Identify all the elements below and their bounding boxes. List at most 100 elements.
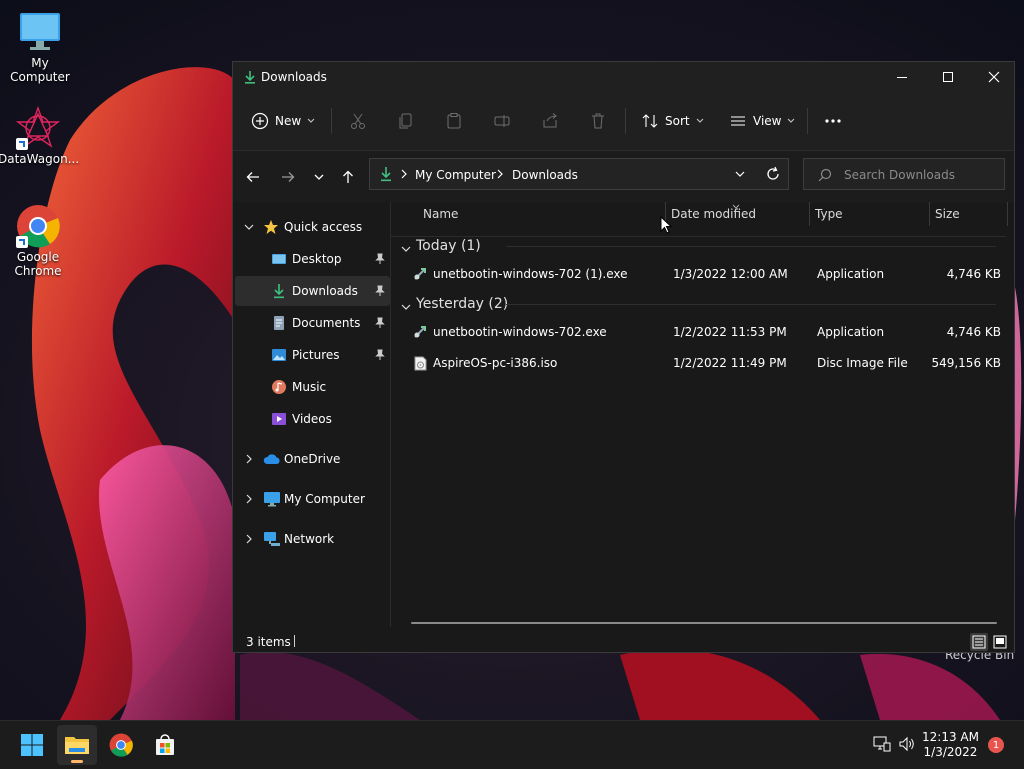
refresh-icon[interactable] [765,166,781,185]
search-placeholder: Search Downloads [844,168,955,182]
maximize-button[interactable] [925,62,971,92]
star-icon [263,219,279,238]
arrow-right-icon [282,172,295,182]
nav-onedrive[interactable]: OneDrive [235,444,390,474]
download-arrow-icon [379,166,393,185]
nav-quick-access[interactable]: Quick access [235,212,390,242]
chevron-right-icon [496,168,504,182]
system-clock[interactable]: 12:13 AM 1/3/2022 [922,730,979,760]
table-row[interactable]: unetbootin-windows-702 (1).exe 1/3/2022 … [401,263,1001,287]
column-headers: Name Date modified Type Size [391,202,1008,237]
network-status-icon[interactable] [873,736,891,755]
pin-icon[interactable] [374,285,386,300]
search-box[interactable]: Search Downloads [803,158,1005,190]
network-icon [263,531,281,550]
desktop-icon-datawagon[interactable]: DataWagon... [0,105,79,166]
nav-label: Videos [292,412,332,426]
start-button[interactable] [12,725,52,765]
group-header-today[interactable]: Today (1) [401,237,1001,259]
column-header-type[interactable]: Type [815,207,843,221]
paste-button[interactable] [445,106,463,136]
nav-music[interactable]: Music [235,372,390,402]
address-row: My Computer Downloads Search Downloads [233,151,1014,203]
address-bar[interactable]: My Computer Downloads [369,158,789,190]
view-lines-icon [731,116,745,126]
file-date: 1/3/2022 12:00 AM [673,267,788,281]
nav-documents[interactable]: Documents [235,308,390,338]
plus-circle-icon [251,112,269,130]
nav-my-computer[interactable]: My Computer [235,484,390,514]
new-button[interactable]: New [251,106,315,136]
desktop-icon-my-computer[interactable]: My Computer [0,10,80,84]
taskbar-file-explorer[interactable] [57,725,97,765]
column-header-date-modified[interactable]: Date modified [671,207,756,221]
desktop-icon-google-chrome[interactable]: Google Chrome [0,204,78,278]
column-separator[interactable] [809,202,810,226]
document-icon [271,315,287,334]
back-button[interactable] [241,165,265,189]
taskbar-chrome[interactable] [101,725,141,765]
file-explorer-window: Downloads New Sort View My Computer Down… [232,61,1015,653]
more-options-button[interactable] [823,106,843,136]
breadcrumb-downloads[interactable]: Downloads [512,168,578,182]
store-bag-icon [156,734,174,755]
minimize-button[interactable] [879,62,925,92]
chrome-icon [16,204,60,248]
group-label: Today (1) [416,238,481,254]
download-arrow-icon [271,283,287,302]
pin-icon[interactable] [374,317,386,332]
sort-button[interactable]: Sort [641,106,704,136]
taskbar-microsoft-store[interactable] [145,725,185,765]
pin-icon[interactable] [374,349,386,364]
column-separator[interactable] [1007,202,1008,226]
shortcut-arrow-icon [16,138,28,150]
nav-label: OneDrive [284,452,341,466]
nav-videos[interactable]: Videos [235,404,390,434]
chevron-down-icon [401,300,411,316]
up-button[interactable] [336,165,360,189]
copy-button[interactable] [397,106,415,136]
details-view-icon [972,635,986,649]
details-view-button[interactable] [970,633,988,651]
recent-locations-button[interactable] [307,165,331,189]
column-separator[interactable] [929,202,930,226]
mouse-cursor-icon [660,216,672,234]
forward-button[interactable] [276,165,300,189]
nav-downloads[interactable]: Downloads [235,276,390,306]
notification-badge[interactable]: 1 [988,737,1004,753]
disc-image-file-icon [414,356,427,374]
share-button[interactable] [541,106,559,136]
chevron-right-icon[interactable] [244,493,254,507]
address-dropdown-chevron-icon[interactable] [734,169,746,183]
chevron-right-icon[interactable] [244,533,254,547]
nav-label: Music [292,380,327,394]
view-button[interactable]: View [729,106,795,136]
table-row[interactable]: AspireOS-pc-i386.iso 1/2/2022 11:49 PM D… [401,352,1001,376]
group-header-yesterday[interactable]: Yesterday (2) [401,295,1001,317]
trash-icon [592,113,604,129]
chevron-right-icon[interactable] [244,453,254,467]
nav-desktop[interactable]: Desktop [235,244,390,274]
delete-button[interactable] [589,106,607,136]
table-row[interactable]: unetbootin-windows-702.exe 1/2/2022 11:5… [401,321,1001,345]
cut-button[interactable] [349,106,367,136]
horizontal-scrollbar[interactable] [411,622,997,624]
nav-pictures[interactable]: Pictures [235,340,390,370]
status-bar: 3 items [233,627,1014,652]
speaker-icon[interactable] [898,736,916,755]
column-header-name[interactable]: Name [423,207,458,221]
nav-network[interactable]: Network [235,524,390,554]
breadcrumb-my-computer[interactable]: My Computer [415,168,496,182]
pin-icon[interactable] [374,253,386,268]
title-bar[interactable]: Downloads [233,62,1014,92]
file-type: Disc Image File [817,356,908,370]
rename-button[interactable] [493,106,511,136]
chevron-down-icon [307,118,315,123]
close-button[interactable] [971,62,1017,92]
tiles-view-icon [993,635,1007,649]
chevron-down-icon[interactable] [244,221,254,235]
large-icons-view-button[interactable] [991,633,1009,651]
command-bar: New Sort View [233,92,1014,151]
chevron-down-icon [314,174,324,180]
column-header-size[interactable]: Size [935,207,960,221]
